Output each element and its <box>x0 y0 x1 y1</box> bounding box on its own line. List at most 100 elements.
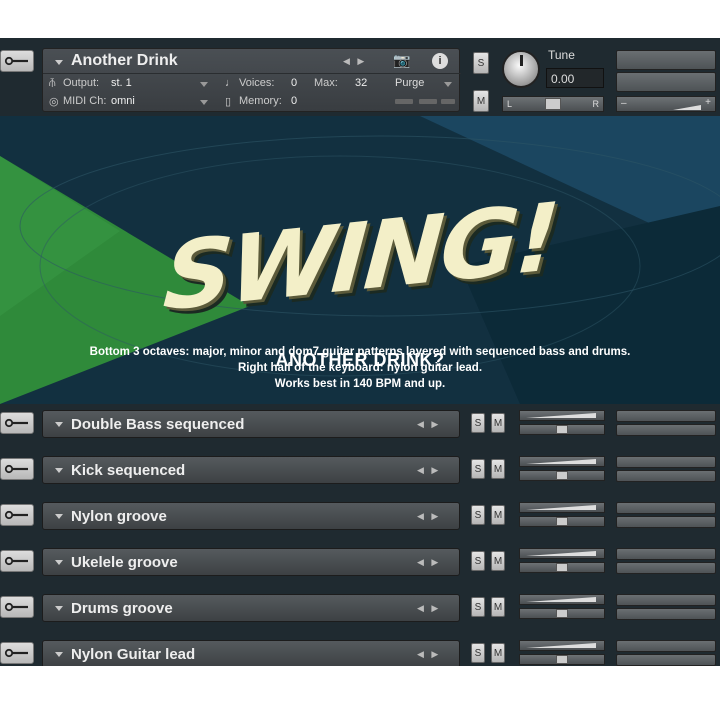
volume-slider[interactable]: – + <box>616 96 716 112</box>
mute-button[interactable]: M <box>491 551 505 571</box>
mute-button[interactable]: M <box>491 505 505 525</box>
voices-value: 0 <box>291 77 298 89</box>
chevron-down-icon[interactable] <box>55 422 63 427</box>
volume-slider[interactable] <box>519 456 605 467</box>
tune-knob[interactable] <box>502 50 540 88</box>
output-value[interactable]: st. 1 <box>111 77 132 89</box>
instrument-row-panel[interactable]: Kick sequenced ◀ ▶ <box>42 456 460 484</box>
pan-slider[interactable] <box>519 470 605 481</box>
pan-handle[interactable] <box>556 425 568 434</box>
solo-button[interactable]: S <box>471 643 485 663</box>
instrument-row: Ukelele groove ◀ ▶ S M <box>0 544 720 584</box>
purge-button[interactable]: Purge <box>395 77 424 89</box>
instrument-row: Nylon groove ◀ ▶ S M <box>0 498 720 538</box>
chevron-down-icon[interactable] <box>200 82 208 87</box>
tune-value[interactable]: 0.00 <box>546 68 604 88</box>
wrench-icon[interactable] <box>0 642 34 664</box>
info-icon[interactable]: i <box>432 53 448 69</box>
level-meter <box>616 410 716 422</box>
chevron-down-icon[interactable] <box>55 560 63 565</box>
prev-next-arrows[interactable]: ◀ ▶ <box>417 649 438 660</box>
level-meter <box>616 456 716 468</box>
pan-handle[interactable] <box>556 517 568 526</box>
pan-handle[interactable] <box>556 655 568 664</box>
memory-icon: ▯ <box>225 96 232 108</box>
solo-button[interactable]: S <box>471 551 485 571</box>
chevron-down-icon[interactable] <box>200 100 208 105</box>
pan-handle[interactable] <box>556 471 568 480</box>
mute-button[interactable]: M <box>473 90 489 112</box>
instrument-row-panel[interactable]: Drums groove ◀ ▶ <box>42 594 460 622</box>
instrument-name[interactable]: Another Drink <box>71 52 178 70</box>
instrument-row-panel[interactable]: Double Bass sequenced ◀ ▶ <box>42 410 460 438</box>
solo-button[interactable]: S <box>471 505 485 525</box>
level-meter <box>616 608 716 620</box>
solo-button[interactable]: S <box>471 459 485 479</box>
wrench-icon[interactable] <box>0 504 34 526</box>
camera-icon[interactable]: 📷 <box>393 52 410 69</box>
instrument-row-panel[interactable]: Nylon groove ◀ ▶ <box>42 502 460 530</box>
volume-slider[interactable] <box>519 640 605 651</box>
prev-next-arrows[interactable]: ◀ ▶ <box>417 603 438 614</box>
mute-button[interactable]: M <box>491 459 505 479</box>
prev-next-arrows[interactable]: ◀ ▶ <box>417 557 438 568</box>
max-label: Max: <box>314 77 338 89</box>
level-meter <box>616 502 716 514</box>
pan-handle[interactable] <box>545 98 561 110</box>
instrument-row-label[interactable]: Ukelele groove <box>71 554 178 571</box>
solo-button[interactable]: S <box>471 597 485 617</box>
kontakt-rack: Another Drink ◀ ▶ 📷 i ⫚ Output: st. 1 ♩ … <box>0 38 720 666</box>
chevron-down-icon[interactable] <box>55 60 63 65</box>
prev-next-arrows[interactable]: ◀ ▶ <box>417 511 438 522</box>
mute-button[interactable]: M <box>491 413 505 433</box>
instrument-row-label[interactable]: Drums groove <box>71 600 173 617</box>
wrench-icon[interactable] <box>0 596 34 618</box>
max-value[interactable]: 32 <box>355 77 367 89</box>
level-meter <box>616 548 716 560</box>
solo-button[interactable]: S <box>473 52 489 74</box>
pan-slider[interactable] <box>519 516 605 527</box>
prev-next-arrows[interactable]: ◀ ▶ <box>417 465 438 476</box>
pan-slider[interactable] <box>519 562 605 573</box>
instrument-row-label[interactable]: Nylon Guitar lead <box>71 646 195 663</box>
volume-slider[interactable] <box>519 410 605 421</box>
prev-next-arrows[interactable]: ◀ ▶ <box>343 56 364 67</box>
mute-button[interactable]: M <box>491 643 505 663</box>
chevron-down-icon[interactable] <box>444 82 452 87</box>
instrument-row-panel[interactable]: Nylon Guitar lead ◀ ▶ <box>42 640 460 666</box>
voices-label: Voices: <box>239 77 275 89</box>
instrument-row: Kick sequenced ◀ ▶ S M <box>0 452 720 492</box>
chevron-down-icon[interactable] <box>55 652 63 657</box>
chevron-down-icon[interactable] <box>55 514 63 519</box>
level-meter <box>616 562 716 574</box>
level-meter <box>616 516 716 528</box>
level-meter <box>616 640 716 652</box>
pan-slider[interactable] <box>519 608 605 619</box>
instrument-row: Drums groove ◀ ▶ S M <box>0 590 720 630</box>
wrench-icon[interactable] <box>0 50 34 72</box>
prev-next-arrows[interactable]: ◀ ▶ <box>417 419 438 430</box>
volume-slider[interactable] <box>519 502 605 513</box>
volume-slider[interactable] <box>519 548 605 559</box>
instrument-artwork: SWING! ANOTHER DRINK? <box>0 116 720 404</box>
instrument-row-label[interactable]: Double Bass sequenced <box>71 416 244 433</box>
level-meter <box>616 594 716 606</box>
pan-slider[interactable] <box>519 654 605 665</box>
wrench-icon[interactable] <box>0 412 34 434</box>
volume-slider[interactable] <box>519 594 605 605</box>
solo-button[interactable]: S <box>471 413 485 433</box>
instrument-row-label[interactable]: Nylon groove <box>71 508 167 525</box>
instrument-row-panel[interactable]: Ukelele groove ◀ ▶ <box>42 548 460 576</box>
wrench-icon[interactable] <box>0 458 34 480</box>
chevron-down-icon[interactable] <box>55 468 63 473</box>
wrench-icon[interactable] <box>0 550 34 572</box>
mute-button[interactable]: M <box>491 597 505 617</box>
pan-handle[interactable] <box>556 563 568 572</box>
midi-value[interactable]: omni <box>111 95 135 107</box>
pan-slider[interactable] <box>519 424 605 435</box>
chevron-down-icon[interactable] <box>55 606 63 611</box>
instrument-row-label[interactable]: Kick sequenced <box>71 462 185 479</box>
voices-icon: ♩ <box>225 77 236 89</box>
pan-slider[interactable]: L R <box>502 96 604 112</box>
pan-handle[interactable] <box>556 609 568 618</box>
